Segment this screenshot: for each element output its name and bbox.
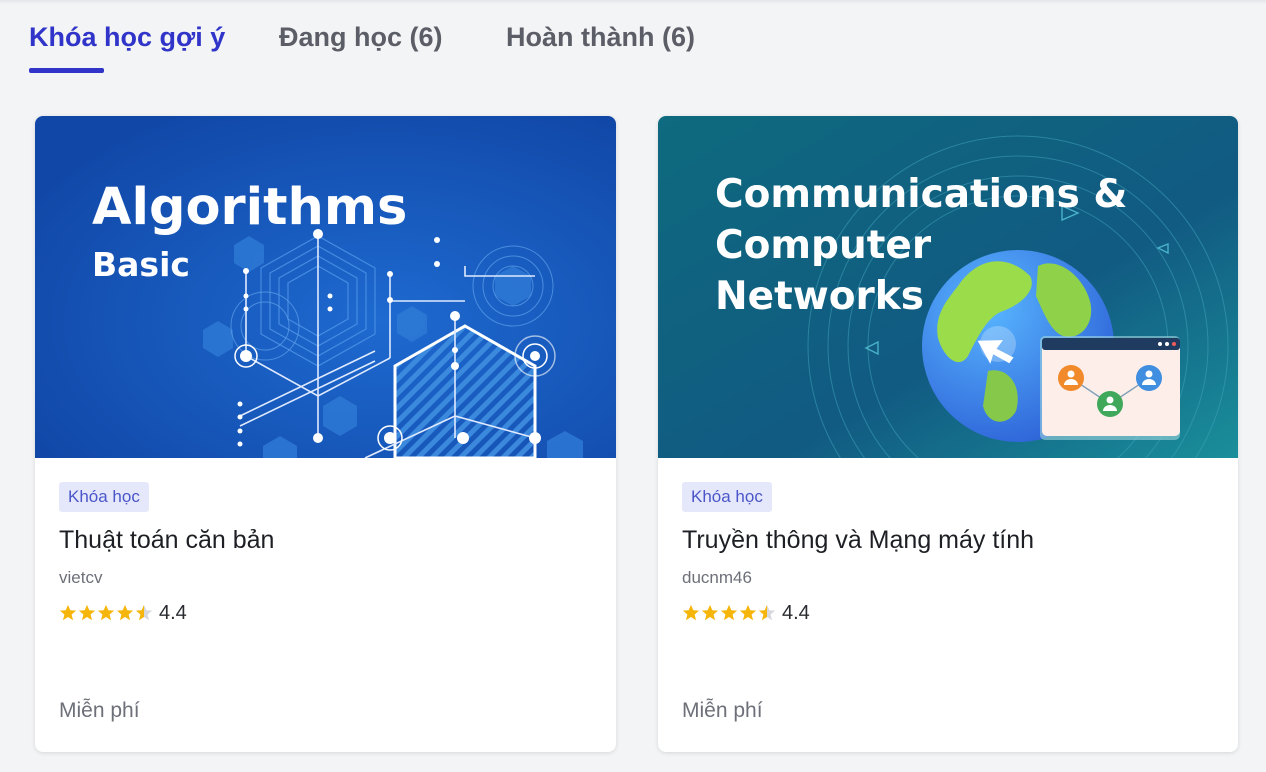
course-author: vietcv [59, 568, 103, 587]
thumbnail-title-line1: Algorithms [92, 178, 407, 237]
rating-value: 4.4 [782, 601, 810, 624]
star-icon [116, 604, 134, 621]
thumbnail-title-line3: Networks [715, 274, 924, 319]
course-thumbnail-algorithms: Algorithms Basic [35, 116, 616, 458]
thumbnail-title-line2: Computer [715, 223, 932, 268]
course-price: Miễn phí [682, 699, 763, 722]
star-icon [739, 604, 757, 621]
star-icon [720, 604, 738, 621]
course-author: ducnm46 [682, 568, 752, 587]
course-title[interactable]: Thuật toán căn bản [59, 526, 274, 555]
rating-stars [59, 604, 153, 622]
rating-stars [682, 604, 776, 622]
course-type-badge: Khóa học [682, 482, 772, 512]
star-icon [78, 604, 96, 621]
rating-value: 4.4 [159, 601, 187, 624]
star-icon [701, 604, 719, 621]
star-icon [682, 604, 700, 621]
half-star-icon [758, 604, 776, 621]
course-type-badge: Khóa học [59, 482, 149, 512]
course-card-networks[interactable]: Communications & Computer Networks Khóa … [658, 116, 1238, 752]
star-icon [59, 604, 77, 621]
course-title[interactable]: Truyền thông và Mạng máy tính [682, 526, 1034, 555]
course-rating: 4.4 [59, 600, 187, 626]
thumbnail-title-line1: Communications & [715, 172, 1127, 217]
star-icon [97, 604, 115, 621]
thumbnail-title-line2: Basic [92, 245, 190, 284]
course-price: Miễn phí [59, 699, 140, 722]
course-rating: 4.4 [682, 600, 810, 626]
course-tabs: Khóa học gợi ý Đang học (6) Hoàn thành (… [0, 0, 1266, 80]
course-card-algorithms[interactable]: Algorithms Basic Khóa học Thuật toán căn… [35, 116, 616, 752]
active-tab-indicator [29, 68, 104, 73]
tab-suggested-courses[interactable]: Khóa học gợi ý [29, 22, 225, 53]
course-thumbnail-networks: Communications & Computer Networks [658, 116, 1238, 458]
tab-in-progress[interactable]: Đang học (6) [279, 22, 443, 53]
half-star-icon [135, 604, 153, 621]
tab-completed[interactable]: Hoàn thành (6) [506, 22, 695, 53]
